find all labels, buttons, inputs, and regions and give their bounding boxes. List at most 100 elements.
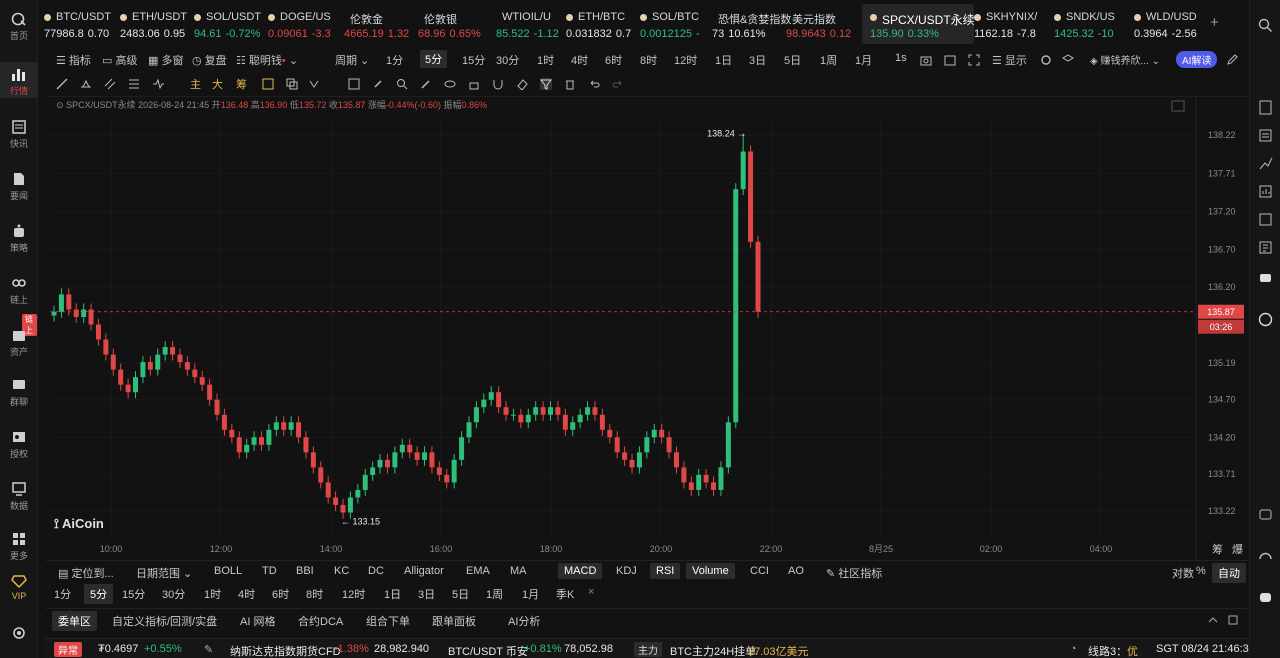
interval-tab[interactable]: 3日 bbox=[749, 52, 766, 68]
edit-icon[interactable] bbox=[1226, 54, 1238, 66]
ray-tool-icon[interactable] bbox=[80, 78, 92, 90]
replay-button[interactable]: ◷ 复盘 bbox=[192, 52, 227, 68]
filter-icon[interactable] bbox=[540, 78, 552, 90]
assistant-icon[interactable] bbox=[1258, 590, 1273, 605]
interval-tab[interactable]: 8时 bbox=[306, 586, 323, 602]
sub-indicator-tab[interactable]: CCI bbox=[750, 565, 769, 577]
interval-tab[interactable]: 6时 bbox=[272, 586, 289, 602]
interval-tab[interactable]: 5日 bbox=[784, 52, 801, 68]
ticker-item[interactable]: SNDK/US 1425.32 -10 bbox=[1054, 4, 1130, 44]
link-icon[interactable] bbox=[372, 78, 384, 90]
cfd-name[interactable]: 纳斯达克指数期货CFD bbox=[230, 643, 341, 658]
date-range-button[interactable]: 日期范围 ⌄ bbox=[136, 565, 192, 581]
trash-icon[interactable] bbox=[564, 78, 576, 90]
main-indicator-tab[interactable]: DC bbox=[368, 565, 384, 577]
tag-chips[interactable]: 筹 bbox=[236, 76, 247, 92]
ticker-item[interactable]: WTIOIL/U 85.522 -1.12 bbox=[496, 4, 562, 44]
main-indicator-tab[interactable]: BBI bbox=[296, 565, 314, 577]
nav-data[interactable]: 数据 bbox=[0, 482, 38, 516]
interval-tab[interactable]: 季K bbox=[556, 586, 574, 602]
undo-icon[interactable] bbox=[588, 78, 600, 90]
ai-interpret-button[interactable]: AI解读 bbox=[1176, 51, 1218, 68]
ticker-item[interactable]: ETH/USDT 2483.06 0.95 bbox=[120, 4, 190, 44]
interval-tab[interactable]: 1月 bbox=[522, 586, 539, 602]
interval-tab[interactable]: 1时 bbox=[204, 586, 221, 602]
lock-icon[interactable] bbox=[468, 78, 480, 90]
nav-chat[interactable]: 群聊 bbox=[0, 378, 38, 412]
panel-tab[interactable]: 跟单面板 bbox=[432, 613, 476, 629]
bot-icon[interactable] bbox=[1258, 270, 1273, 285]
camera-icon[interactable] bbox=[920, 54, 932, 66]
ticker-item[interactable]: DOGE/US 0.09061 -3.3 bbox=[268, 4, 340, 44]
interval-tab[interactable]: 3日 bbox=[418, 586, 435, 602]
main-indicator-tab[interactable]: BOLL bbox=[214, 565, 242, 577]
ticker-item[interactable]: 美元指数 98.9643 0.12 bbox=[786, 4, 856, 44]
interval-tab[interactable]: 4时 bbox=[571, 52, 588, 68]
interval-tab[interactable]: 8时 bbox=[640, 52, 657, 68]
depth-icon[interactable] bbox=[1258, 156, 1273, 171]
sub-indicator-tab[interactable]: AO bbox=[788, 565, 804, 577]
chat-bubble-icon[interactable] bbox=[1258, 508, 1273, 523]
panel-tab[interactable]: 组合下单 bbox=[366, 613, 410, 629]
interval-tab[interactable]: 4时 bbox=[238, 586, 255, 602]
ticker-item[interactable]: 伦敦银 68.96 0.65% bbox=[418, 4, 490, 44]
auto-scale-button[interactable]: 自动 bbox=[1212, 563, 1246, 583]
news-list-icon[interactable] bbox=[1258, 212, 1273, 227]
panel-tab[interactable]: 合约DCA bbox=[298, 613, 343, 629]
nav-home[interactable]: 首页 bbox=[0, 12, 38, 46]
interval-tab[interactable]: 15分 bbox=[462, 52, 485, 68]
add-ticker-icon[interactable]: + bbox=[1210, 14, 1219, 31]
ticker-item[interactable]: WLD/USD 0.3964 -2.56 bbox=[1134, 4, 1206, 44]
smart-money-button[interactable]: ☷ 聪明钱• ⌄ bbox=[236, 52, 298, 68]
community-indicator-button[interactable]: ✎ 社区指标 bbox=[826, 565, 882, 581]
interval-tab[interactable]: 5日 bbox=[452, 586, 469, 602]
nav-authorize[interactable]: 授权 bbox=[0, 430, 38, 464]
panel-tab[interactable]: 委单区 bbox=[52, 611, 97, 631]
pen-icon[interactable]: ✎ bbox=[204, 643, 213, 656]
panel-tab[interactable]: AI 网格 bbox=[240, 613, 275, 629]
trades-icon[interactable] bbox=[1258, 128, 1273, 143]
eraser-icon[interactable] bbox=[516, 78, 528, 90]
sub-indicator-tab[interactable]: Volume bbox=[686, 563, 735, 579]
chips-label[interactable]: 筹 bbox=[1212, 541, 1223, 557]
panel-tab[interactable]: AI分析 bbox=[508, 613, 540, 629]
ticker-item[interactable]: SOL/USDT 94.61 -0.72% bbox=[194, 4, 264, 44]
interval-tab[interactable]: 1月 bbox=[855, 52, 872, 68]
second-interval[interactable]: 1s bbox=[895, 52, 907, 64]
btc-name[interactable]: BTC/USDT 币安 bbox=[448, 643, 528, 658]
redo-icon[interactable] bbox=[612, 78, 624, 90]
nav-onchain[interactable]: 链上 bbox=[0, 276, 38, 310]
interval-tab[interactable]: 1日 bbox=[384, 586, 401, 602]
sub-indicator-tab[interactable]: MACD bbox=[558, 563, 603, 579]
stats-icon[interactable] bbox=[1258, 184, 1273, 199]
main-indicator-tab[interactable]: Alligator bbox=[404, 565, 444, 577]
fullscreen-icon[interactable] bbox=[968, 54, 980, 66]
ticker-item[interactable]: SOL/BTC 0.0012125- bbox=[640, 4, 708, 44]
interval-tab[interactable]: 12时 bbox=[674, 52, 697, 68]
main-indicator-tab[interactable]: MA bbox=[510, 565, 527, 577]
period-dropdown[interactable]: 周期 ⌄ bbox=[335, 52, 369, 68]
ticker-item[interactable]: SKHYNIX/1162.18 -7.8 bbox=[974, 4, 1050, 44]
interval-tab[interactable]: 1日 bbox=[715, 52, 732, 68]
nav-more[interactable]: 更多 bbox=[0, 532, 38, 566]
ticker-item[interactable]: 伦敦金 4665.19 1.32 bbox=[344, 4, 414, 44]
compass-icon[interactable] bbox=[1258, 312, 1273, 327]
ticker-item[interactable]: 恐惧&贪婪指数 73 10.61% bbox=[712, 4, 791, 44]
indicator-button[interactable]: ☰ 指标 bbox=[56, 52, 91, 68]
interval-tab[interactable]: 12时 bbox=[342, 586, 365, 602]
nav-market[interactable]: 行情 bbox=[0, 62, 38, 98]
advanced-button[interactable]: ▭ 高级 bbox=[102, 52, 137, 68]
brush-icon[interactable] bbox=[262, 78, 274, 90]
magnet-icon[interactable] bbox=[492, 78, 504, 90]
interval-tab[interactable]: 6时 bbox=[605, 52, 622, 68]
zoom-icon[interactable] bbox=[396, 78, 408, 90]
copy-icon[interactable] bbox=[286, 78, 298, 90]
nav-assets[interactable]: 资产 bbox=[0, 328, 38, 362]
tag-big[interactable]: 大 bbox=[212, 76, 223, 92]
ticker-item[interactable]: SPCX/USDT永续 135.90 0.33% bbox=[862, 4, 975, 44]
headset-icon[interactable] bbox=[1258, 550, 1273, 565]
nav-settings[interactable] bbox=[0, 626, 38, 646]
magic-icon[interactable] bbox=[420, 78, 432, 90]
nav-headlines[interactable]: 要闻 bbox=[0, 172, 38, 206]
interval-tab[interactable]: 30分 bbox=[496, 52, 519, 68]
